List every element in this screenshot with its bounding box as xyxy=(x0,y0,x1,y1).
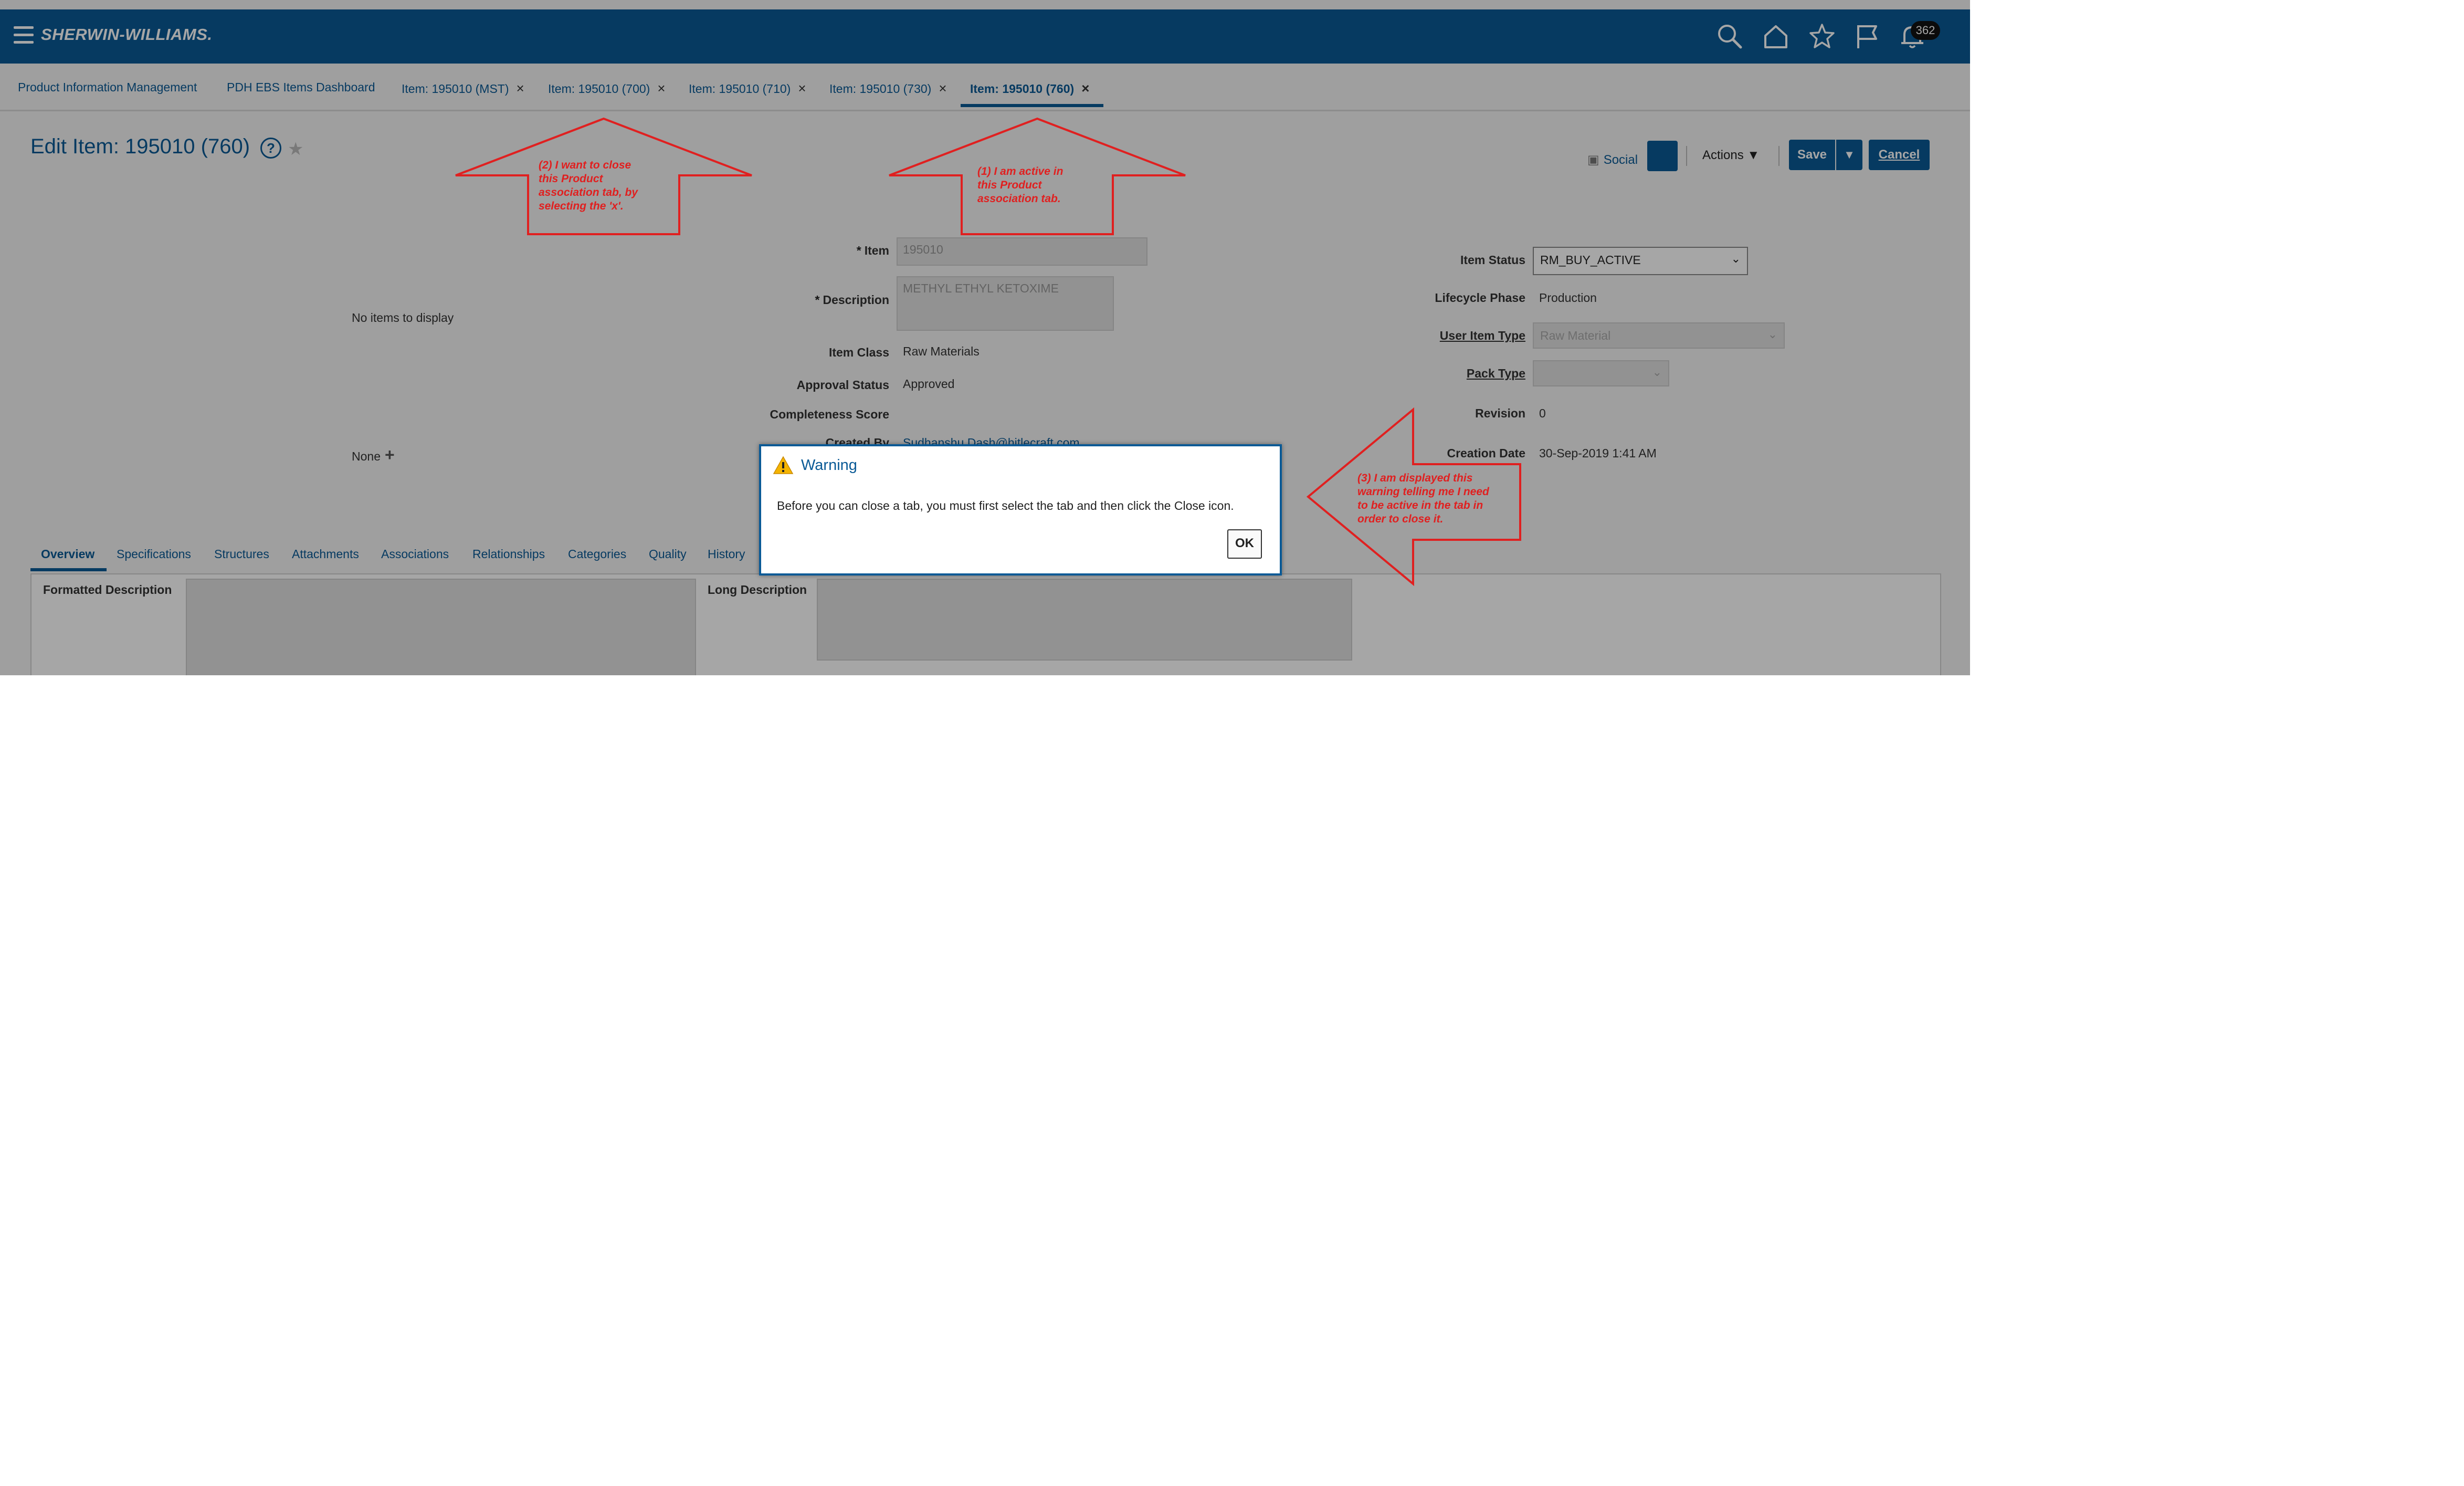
annotation-1-text: (1) I am active in this Product associatio… xyxy=(977,165,1063,205)
app-window: SHERWIN-WILLIAMS. 362 Product Informatio… xyxy=(0,0,1970,675)
annotation-3-text: (3) I am displayed this warning telling m… xyxy=(1357,472,1489,525)
annotation-2-text: (2) I want to close this Product associati… xyxy=(539,159,638,212)
dialog-message: Before you can close a tab, you must fir… xyxy=(777,499,1234,512)
warning-triangle-icon xyxy=(773,456,794,474)
warning-dialog: Warning Before you can close a tab, you … xyxy=(759,444,1282,575)
dialog-title: Warning xyxy=(801,457,857,474)
ok-button[interactable]: OK xyxy=(1227,529,1262,559)
